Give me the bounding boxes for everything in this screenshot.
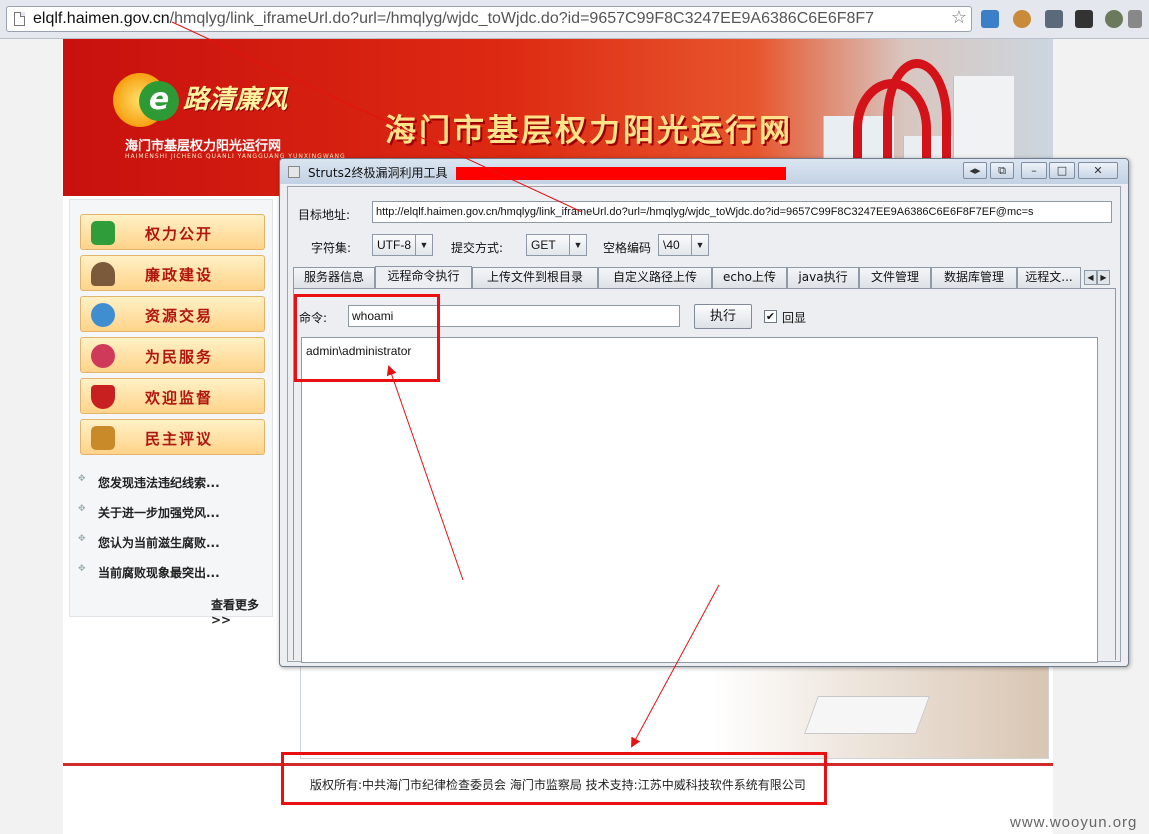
tab-remote-command[interactable]: 远程命令执行 — [375, 266, 472, 288]
arrow-url-line — [171, 21, 583, 213]
arrow-to-footer — [631, 584, 720, 748]
annotation-arrows — [171, 21, 720, 748]
arrow-to-output — [386, 365, 464, 581]
watermark: www.wooyun.org — [1010, 814, 1138, 831]
